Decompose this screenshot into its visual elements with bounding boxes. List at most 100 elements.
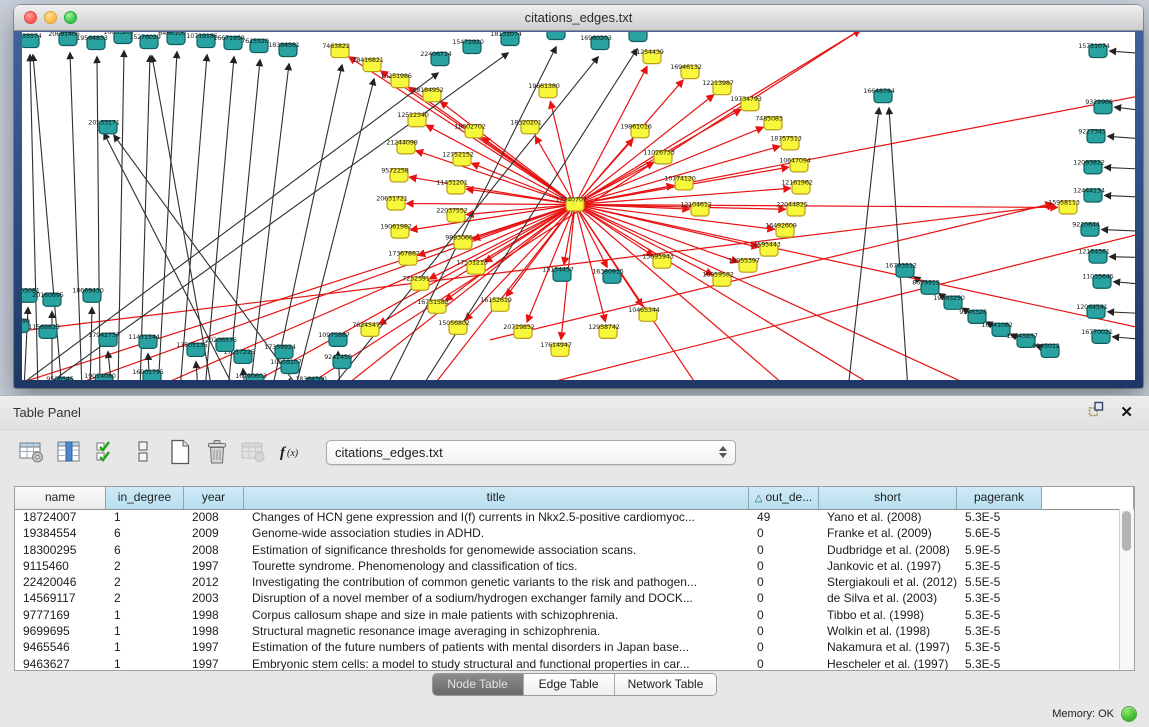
graph-node[interactable]: 12161962 — [781, 178, 813, 194]
graph-node[interactable]: 16959582 — [702, 271, 734, 287]
zoom-button[interactable] — [64, 11, 77, 24]
graph-node[interactable]: 11035645 — [1082, 273, 1114, 289]
graph-node[interactable]: 16648784 — [863, 87, 895, 103]
graph-node[interactable]: 18602702 — [454, 122, 486, 138]
tab-node-table[interactable]: Node Table — [433, 674, 524, 695]
graph-node[interactable]: 9245012 — [1032, 342, 1060, 358]
table-row[interactable]: 2242004622012Investigating the contribut… — [15, 574, 1119, 590]
graph-node[interactable]: 15472920 — [452, 38, 484, 54]
graph-node[interactable]: 12512340 — [397, 111, 429, 127]
import-table-icon[interactable] — [240, 438, 268, 466]
graph-node[interactable]: 9329966 — [1085, 98, 1113, 114]
graph-node[interactable]: 11568823 — [28, 323, 60, 339]
graph-node[interactable]: 14595443 — [749, 241, 781, 257]
graph-node[interactable]: 21244098 — [386, 138, 418, 154]
graph-node[interactable]: 11451544 — [128, 333, 160, 349]
graph-node[interactable]: 9893066 — [445, 234, 473, 250]
memory-ok-dot[interactable] — [1121, 706, 1137, 722]
graph-node[interactable]: 9210644 — [1072, 221, 1100, 237]
graph-node[interactable]: 10465344 — [628, 306, 660, 322]
graph-node[interactable]: 11026753 — [643, 148, 675, 164]
graph-node[interactable]: 11431201 — [436, 178, 468, 194]
column-header-year[interactable]: year — [184, 487, 244, 509]
select-all-icon[interactable] — [92, 438, 120, 466]
graph-node[interactable]: 7252591 — [402, 275, 430, 291]
tab-network-table[interactable]: Network Table — [615, 674, 717, 695]
column-header-out_degree[interactable]: △out_de... — [749, 487, 819, 509]
graph-node[interactable]: 9227343 — [1078, 127, 1106, 143]
graph-node[interactable]: 9572258 — [381, 166, 409, 182]
delete-table-icon[interactable] — [203, 438, 231, 466]
new-table-icon[interactable] — [166, 438, 194, 466]
graph-node[interactable]: 16492609 — [765, 222, 797, 238]
graph-node[interactable]: 18320201 — [510, 118, 542, 134]
table-row[interactable]: 946362711997Embryonic stem cells: a mode… — [15, 656, 1119, 670]
graph-node[interactable]: 17531213 — [456, 259, 488, 275]
graph-node[interactable]: 17359924 — [264, 343, 296, 359]
graph-node[interactable]: 19661380 — [528, 82, 560, 98]
function-builder-icon[interactable]: f (x) — [277, 438, 305, 466]
graph-node[interactable]: 16946132 — [670, 63, 702, 79]
graph-node[interactable]: 15958113 — [1048, 198, 1080, 214]
column-header-short[interactable]: short — [819, 487, 957, 509]
graph-node[interactable]: 16770021 — [1081, 328, 1113, 344]
graph-node[interactable]: 12752152 — [442, 150, 474, 166]
minimize-button[interactable] — [44, 11, 57, 24]
graph-node[interactable]: 7485083 — [755, 114, 783, 130]
graph-node[interactable]: 16901795 — [132, 368, 164, 380]
graph-node[interactable]: 15056802 — [438, 319, 470, 335]
graph-node[interactable]: 17942757 — [88, 331, 120, 347]
show-columns-icon[interactable] — [55, 438, 83, 466]
graph-node[interactable]: 22406714 — [420, 50, 452, 66]
network-canvas-svg[interactable]: 1403557420691406195648331065328715276029… — [22, 32, 1135, 380]
graph-node[interactable]: 20631721 — [376, 194, 408, 210]
graph-node[interactable]: 7615520 — [241, 37, 269, 53]
graph-node[interactable]: 16793512 — [885, 262, 917, 278]
window-titlebar[interactable]: citations_edges.txt — [14, 5, 1143, 31]
graph-node[interactable]: 16152619 — [480, 296, 512, 312]
graph-node[interactable]: 8679919 — [912, 279, 940, 295]
graph-node[interactable]: 15276029 — [129, 33, 161, 49]
graph-node[interactable]: 15751074 — [1078, 42, 1110, 58]
table-row[interactable]: 911546021997Tourette syndrome. Phenomeno… — [15, 558, 1119, 574]
graph-node[interactable]: 19564833 — [76, 34, 108, 50]
tab-edge-table[interactable]: Edge Table — [524, 674, 615, 695]
graph-node[interactable]: 19565683 — [618, 32, 650, 42]
graph-node[interactable]: 20533171 — [88, 118, 120, 134]
graph-node[interactable]: 12093822 — [1073, 158, 1105, 174]
graph-node[interactable]: 19014080 — [84, 372, 116, 380]
column-header-in_degree[interactable]: in_degree — [106, 487, 184, 509]
graph-node[interactable]: 18384560 — [295, 375, 327, 380]
graph-node[interactable]: 19861016 — [620, 122, 652, 138]
network-canvas[interactable]: 1403557420691406195648331065328715276029… — [22, 32, 1135, 380]
column-header-title[interactable]: title — [244, 487, 749, 509]
float-panel-icon[interactable] — [1088, 396, 1104, 429]
graph-node[interactable]: 18669430 — [72, 287, 104, 303]
graph-node[interactable]: 7463822 — [322, 42, 350, 58]
graph-node[interactable]: 15134457 — [542, 266, 574, 282]
table-row[interactable]: 969969511998Structural magnetic resonanc… — [15, 623, 1119, 639]
graph-node[interactable]: 9242450 — [324, 353, 352, 369]
table-row[interactable]: 1938455462009Genome-wide association stu… — [15, 525, 1119, 541]
graph-node[interactable]: 16251986 — [380, 72, 412, 88]
graph-node[interactable]: 18131074 — [490, 32, 522, 46]
graph-node[interactable]: 9506545 — [46, 375, 74, 380]
graph-node[interactable]: 18416821 — [352, 56, 384, 72]
graph-node[interactable]: 19734793 — [730, 95, 762, 111]
graph-node[interactable]: 16380915 — [592, 268, 624, 284]
table-row[interactable]: 1872400712008Changes of HCN gene express… — [15, 509, 1119, 525]
table-row[interactable]: 1830029562008Estimation of significance … — [15, 542, 1119, 558]
table-row[interactable]: 977716911998Corpus callosum shape and si… — [15, 607, 1119, 623]
table-row[interactable]: 1456911722003Disruption of a novel membe… — [15, 590, 1119, 606]
graph-node[interactable]: 19061982 — [380, 223, 412, 239]
graph-node[interactable]: 22037552 — [436, 207, 468, 223]
deselect-all-icon[interactable] — [129, 438, 157, 466]
graph-node[interactable]: 20160895 — [32, 291, 64, 307]
graph-node[interactable]: 14035574 — [22, 32, 42, 48]
graph-node[interactable]: 12958742 — [588, 323, 620, 339]
graph-node[interactable]: 11254439 — [632, 48, 664, 64]
graph-node[interactable]: 22044825 — [776, 200, 808, 216]
graph-node[interactable]: 16671958 — [213, 34, 245, 50]
graph-node[interactable]: 10790603 — [235, 372, 267, 380]
graph-node[interactable]: 18184952 — [412, 86, 444, 102]
